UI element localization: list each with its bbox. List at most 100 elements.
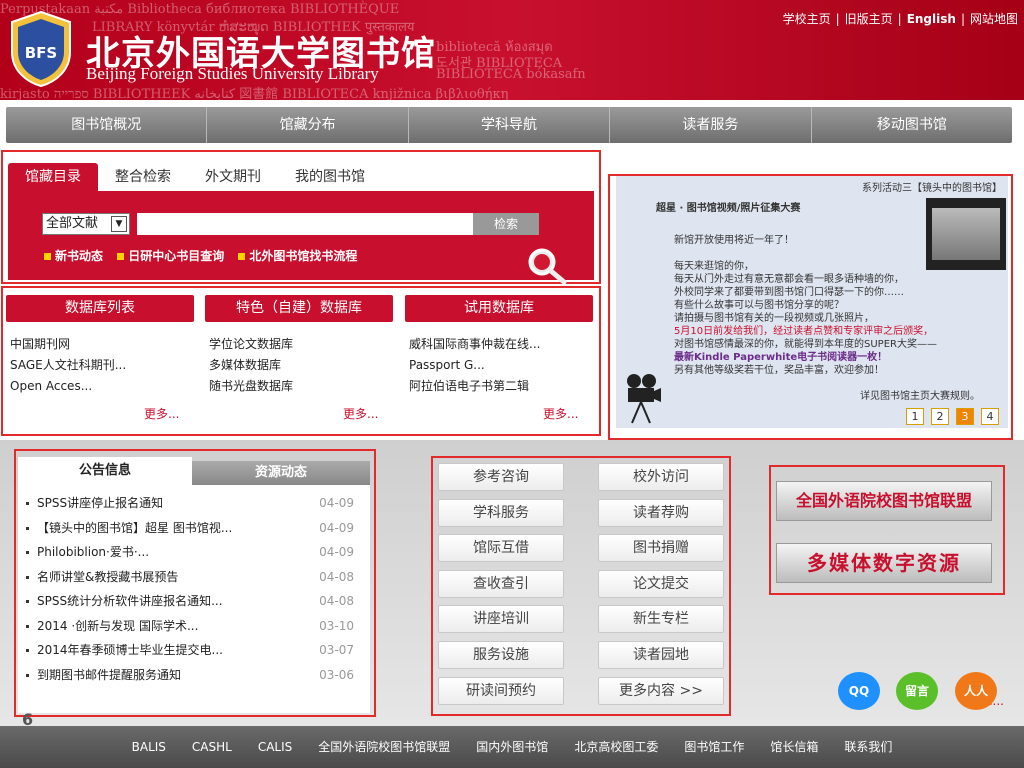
service-button[interactable]: 讲座培训 <box>438 605 564 634</box>
db-link[interactable]: SAGE人文社科期刊... <box>10 355 126 376</box>
tab-my-library[interactable]: 我的图书馆 <box>278 163 382 191</box>
link-english[interactable]: English <box>907 12 956 26</box>
db-link[interactable]: 学位论文数据库 <box>209 334 293 355</box>
banner-line: 外校同学来了都要带到图书馆门口得瑟一下的你…… <box>674 287 904 298</box>
footer-link[interactable]: 全国外语院校图书馆联盟 <box>318 726 450 768</box>
message-icon[interactable]: 留言 <box>896 672 938 710</box>
nav-subject-guide[interactable]: 学科导航 <box>409 107 611 143</box>
db-trial-header[interactable]: 试用数据库 <box>405 295 593 322</box>
notice-item[interactable]: 名师讲堂&教授藏书展预告 04-08 <box>26 565 358 589</box>
notice-title: Philobiblion·爱书·... <box>37 545 150 559</box>
service-button[interactable]: 论文提交 <box>598 569 724 598</box>
db-list-header[interactable]: 数据库列表 <box>6 295 194 322</box>
banner-page-1[interactable]: 1 <box>906 408 924 425</box>
notice-date: 04-09 <box>319 520 354 535</box>
notice-date: 03-06 <box>319 667 354 682</box>
banner-title: 超星 · 图书馆视频/照片征集大赛 <box>656 203 801 214</box>
alliance-banner[interactable]: 全国外语院校图书馆联盟 <box>776 481 992 521</box>
db-featured-header[interactable]: 特色（自建）数据库 <box>205 295 393 322</box>
notice-item[interactable]: SPSS统计分析软件讲座报名通知... 04-08 <box>26 589 358 613</box>
service-button[interactable]: 服务设施 <box>438 641 564 669</box>
db-link[interactable]: 多媒体数据库 <box>209 355 293 376</box>
qq-icon[interactable]: QQ <box>838 672 880 710</box>
search-panel <box>8 191 594 280</box>
scope-select[interactable]: 全部文献 ▼ <box>42 213 130 235</box>
banner-line: 对图书馆感情最深的你，就能得到本年度的SUPER大奖—— <box>674 339 937 350</box>
service-button[interactable]: 更多内容 >> <box>598 676 724 705</box>
footer-link[interactable]: 国内外图书馆 <box>476 726 548 768</box>
db-featured-items: 学位论文数据库 多媒体数据库 随书光盘数据库 <box>209 334 293 397</box>
service-button[interactable]: 学科服务 <box>438 498 564 527</box>
db-link[interactable]: Passport G... <box>409 355 540 376</box>
footer-link[interactable]: BALIS <box>132 726 166 768</box>
link-school-home[interactable]: 学校主页 <box>783 12 831 26</box>
link-find-book-process[interactable]: 北外图书馆找书流程 <box>238 249 357 263</box>
notice-item[interactable]: SPSS讲座停止报名通知 04-09 <box>26 491 358 515</box>
footer-link[interactable]: 馆长信箱 <box>770 726 818 768</box>
link-japan-center-catalog[interactable]: 日研中心书目查询 <box>117 249 224 263</box>
service-button[interactable]: 参考咨询 <box>438 463 564 491</box>
footer-link[interactable]: CALIS <box>258 726 292 768</box>
notice-title: SPSS统计分析软件讲座报名通知... <box>37 594 223 608</box>
footer-link[interactable]: 联系我们 <box>844 726 892 768</box>
notice-item[interactable]: 【镜头中的图书馆】超星 图书馆视... 04-09 <box>26 516 358 540</box>
footer-link[interactable]: 北京高校图工委 <box>574 726 658 768</box>
tab-catalog[interactable]: 馆藏目录 <box>8 163 98 191</box>
library-title-en: Beijing Foreign Studies University Libra… <box>86 64 379 83</box>
bullet-icon <box>26 526 29 530</box>
db-featured-more-link[interactable]: 更多... <box>343 405 378 422</box>
footer-link[interactable]: CASHL <box>192 726 232 768</box>
notice-item[interactable]: Philobiblion·爱书·... 04-09 <box>26 540 358 564</box>
bullet-icon <box>26 502 29 505</box>
tab-integrated-search[interactable]: 整合检索 <box>98 163 188 191</box>
db-link[interactable]: 随书光盘数据库 <box>209 376 293 397</box>
nav-mobile-library[interactable]: 移动图书馆 <box>812 107 1012 143</box>
activity-banner[interactable]: 系列活动三【镜头中的图书馆】 超星 · 图书馆视频/照片征集大赛 新馆开放使用将… <box>616 176 1008 428</box>
nav-overview[interactable]: 图书馆概况 <box>6 107 208 143</box>
nav-collections[interactable]: 馆藏分布 <box>207 107 409 143</box>
notice-item[interactable]: 2014年春季硕博士毕业生提交电... 03-07 <box>26 638 358 662</box>
notice-title: 名师讲堂&教授藏书展预告 <box>37 569 179 584</box>
link-sitemap[interactable]: 网站地图 <box>970 12 1018 26</box>
top-links: 学校主页 | 旧版主页 | English | 网站地图 <box>782 12 1018 26</box>
notice-item[interactable]: 2014 ·创新与发现 国际学术... 03-10 <box>26 614 358 638</box>
service-button[interactable]: 查收查引 <box>438 569 564 598</box>
tab-resource-news[interactable]: 资源动态 <box>192 461 370 485</box>
service-button[interactable]: 读者荐购 <box>598 498 724 527</box>
site-footer: BALIS CASHL CALIS 全国外语院校图书馆联盟 国内外图书馆 北京高校图工委图… <box>0 726 1024 768</box>
db-link[interactable]: 中国期刊网 <box>10 334 126 355</box>
banner-line: 5月10日前发给我们，经过读者点赞和专家评审之后颁奖， <box>674 326 934 337</box>
db-list-more-link[interactable]: 更多... <box>144 405 179 422</box>
service-button[interactable]: 校外访问 <box>598 463 724 491</box>
service-button[interactable]: 研读间预约 <box>438 676 564 705</box>
multimedia-resources-banner[interactable]: 多媒体数字资源 <box>776 543 992 583</box>
bullet-icon <box>26 600 29 603</box>
tab-foreign-journals[interactable]: 外文期刊 <box>188 163 278 191</box>
search-button[interactable]: 检索 <box>473 213 539 235</box>
db-link[interactable]: 威科国际商事仲裁在线... <box>409 334 540 355</box>
nav-reader-services[interactable]: 读者服务 <box>610 107 812 143</box>
quick-links: 新书动态 日研中心书目查询 北外图书馆找书流程 <box>44 247 367 264</box>
service-button[interactable]: 图书捐赠 <box>598 534 724 563</box>
notice-item[interactable]: 到期图书邮件提醒服务通知 03-06 <box>26 663 358 687</box>
renren-icon[interactable]: 人人 <box>955 672 997 710</box>
service-button[interactable]: 新生专栏 <box>598 605 724 634</box>
db-link[interactable]: Open Acces... <box>10 376 126 397</box>
link-new-books[interactable]: 新书动态 <box>44 249 103 263</box>
db-link[interactable]: 阿拉伯语电子书第二辑 <box>409 376 540 397</box>
link-old-home[interactable]: 旧版主页 <box>845 12 893 26</box>
search-input[interactable] <box>137 213 473 235</box>
background-word: kirjasto ספרייה BIBLIOTHEEK كتابخانه 図書館… <box>0 87 509 100</box>
banner-footnote: 详见图书馆主页大赛规则。 <box>860 391 980 402</box>
banner-page-4[interactable]: 4 <box>981 408 999 425</box>
service-button[interactable]: 馆际互借 <box>438 534 564 563</box>
seal-text: BFS <box>25 44 57 62</box>
university-seal-logo[interactable]: BFS <box>8 10 74 88</box>
banner-page-2[interactable]: 2 <box>931 408 949 425</box>
scope-select-value: 全部文献 <box>46 216 99 231</box>
footer-link[interactable]: 图书馆工作 <box>684 726 744 768</box>
banner-page-3[interactable]: 3 <box>956 408 974 425</box>
service-button[interactable]: 读者园地 <box>598 641 724 669</box>
db-trial-more-link[interactable]: 更多... <box>543 405 578 422</box>
tab-announcements[interactable]: 公告信息 <box>18 457 192 485</box>
